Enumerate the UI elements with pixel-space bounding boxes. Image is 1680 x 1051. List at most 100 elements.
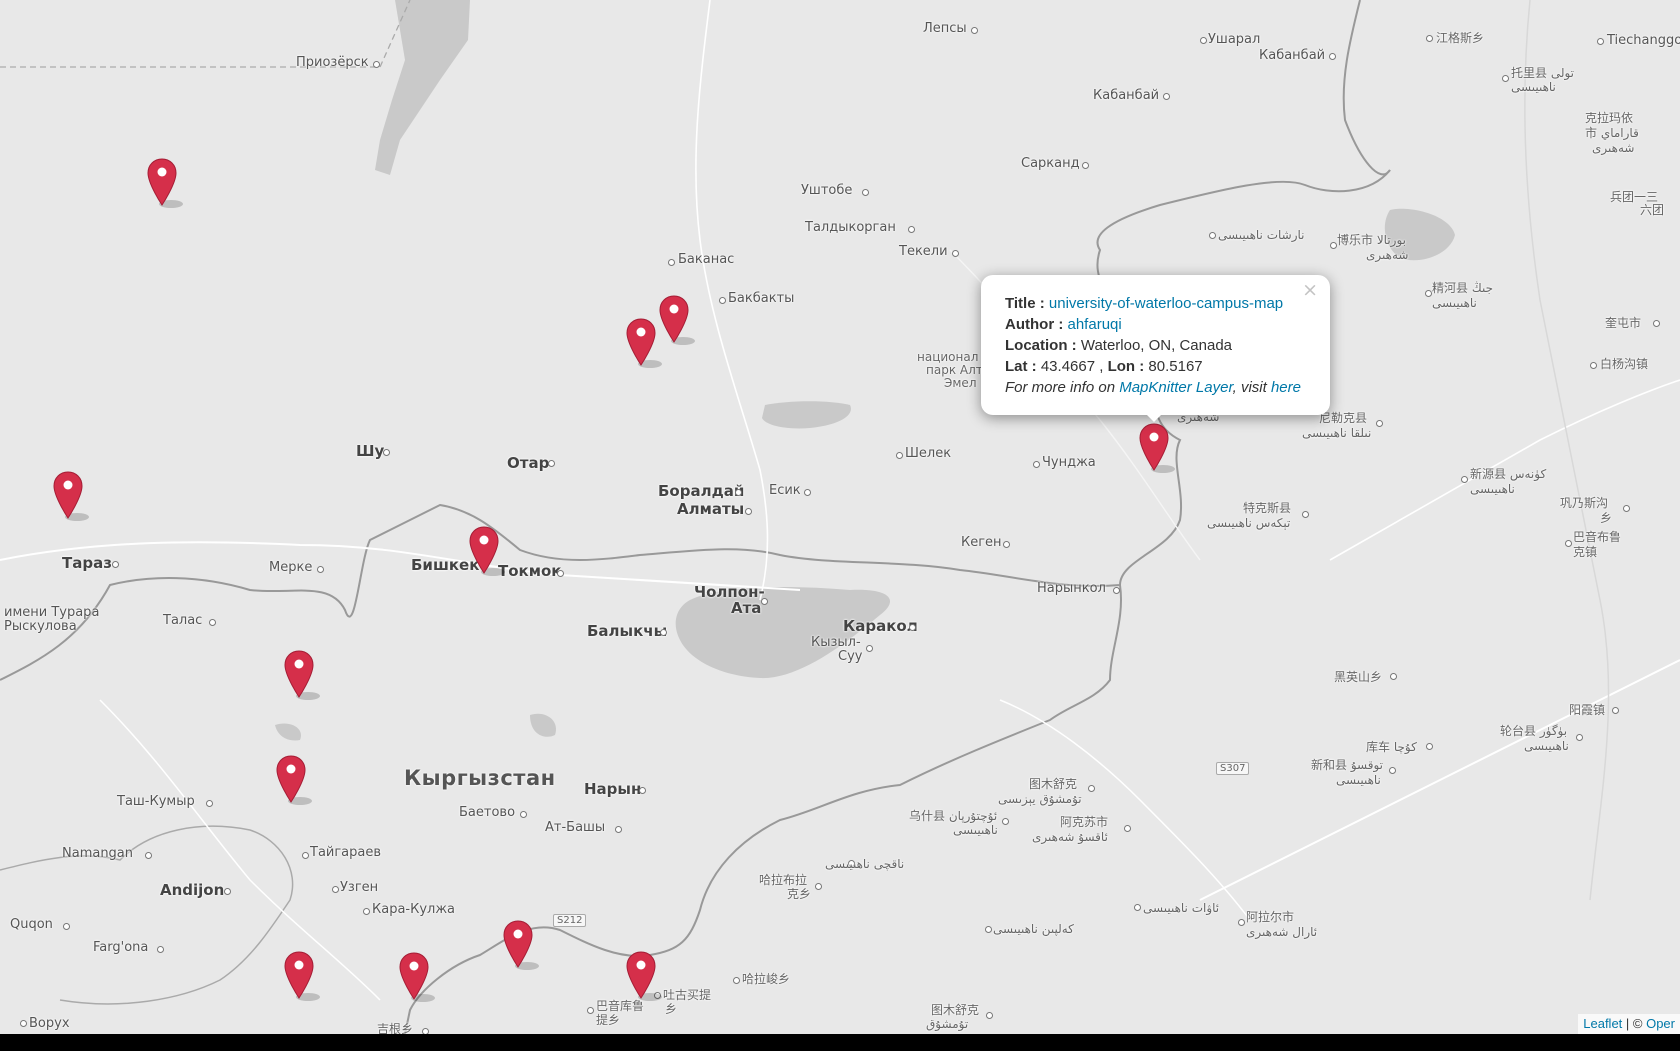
label-kabanbay1: Кабанбай: [1259, 48, 1326, 63]
label-tuolixian: 托里县 تولى: [1511, 66, 1575, 80]
label-tuolixian2: ناھىيىسى: [1511, 80, 1556, 94]
label-kelpin: كەلپىن ناھىيىسى: [993, 922, 1074, 936]
city-dot: [1124, 825, 1131, 832]
label-bayinbuluke2: 克镇: [1573, 545, 1598, 559]
label-habubu: 哈拉布拉: [759, 873, 808, 887]
label-tumushuke4: تۇمشۇق: [926, 1017, 969, 1031]
leaflet-link[interactable]: Leaflet: [1583, 1016, 1622, 1031]
label-priozersk: Приозёрск: [296, 55, 369, 70]
label-vorukh: Ворух: [29, 1016, 70, 1031]
label-shu: Шу: [356, 442, 385, 460]
label-fargona: Farg'ona: [93, 940, 149, 955]
label-kuitun: 奎屯市: [1605, 316, 1642, 330]
label-esik: Есик: [769, 483, 801, 498]
city-dot: [896, 452, 903, 459]
label-xinyuan: 新源县 كۈنەس: [1470, 467, 1547, 481]
city-dot: [1113, 587, 1120, 594]
city-dot: [985, 926, 992, 933]
city-dot: [1330, 242, 1337, 249]
label-xinhe2: ناھىيىسى: [1336, 773, 1381, 787]
map-marker-pin[interactable]: [53, 471, 89, 521]
city-dot: [587, 1007, 594, 1014]
city-dot: [1425, 290, 1432, 297]
map-marker-pin[interactable]: [276, 755, 312, 805]
map-container[interactable]: Приозёрск Лепсы Ушарал Кабанбай Кабанбай…: [0, 0, 1680, 1034]
label-wushi2: ناھىيىسى: [953, 823, 998, 837]
city-dot: [952, 250, 959, 257]
lake-balkhash: [375, 0, 470, 175]
popup-author-label: Author :: [1005, 316, 1064, 333]
city-dot: [1389, 767, 1396, 774]
map-marker-pin[interactable]: [1139, 423, 1175, 473]
popup-author-link[interactable]: ahfaruqi: [1068, 316, 1122, 333]
label-shelek: Шелек: [905, 446, 952, 461]
city-dot: [862, 189, 869, 196]
label-jiliyu: 吉根乡: [377, 1022, 414, 1034]
city-dot: [145, 852, 152, 859]
popup-lat-value: 43.4667: [1040, 358, 1096, 375]
label-kelamayi3: شەھىرى: [1592, 141, 1635, 155]
label-tashkumyr: Таш-Кумыр: [117, 794, 195, 809]
label-turar2: Рыскулова: [4, 619, 77, 634]
map-marker-pin[interactable]: [399, 952, 435, 1002]
city-dot: [332, 886, 339, 893]
map-marker-pin[interactable]: [659, 295, 695, 345]
city-dot: [1302, 511, 1309, 518]
label-jinghe2: ناھىيىسى: [1432, 296, 1477, 310]
label-bole: 博乐市 بورتالا: [1337, 233, 1407, 247]
city-dot: [804, 489, 811, 496]
openstreetmap-link[interactable]: Oper: [1646, 1016, 1675, 1031]
road-shield-s307: S307: [1216, 762, 1250, 775]
label-taigaraev: Тайгараев: [310, 845, 382, 860]
city-dot: [866, 645, 873, 652]
popup-title-row: Title : university-of-waterloo-campus-ma…: [1005, 293, 1301, 314]
label-taldykorgan: Талдыкорган: [805, 220, 896, 235]
city-dot: [815, 883, 822, 890]
popup-here-link[interactable]: here: [1271, 379, 1301, 396]
city-dot: [63, 923, 70, 930]
label-tekes2: تېكەس ناھىيىسى: [1207, 516, 1291, 530]
label-namangan: Namangan: [62, 846, 134, 861]
map-marker-pin[interactable]: [626, 318, 662, 368]
label-tumushuke3: 图木舒克: [931, 1003, 980, 1017]
city-dot: [735, 489, 742, 496]
city-dot: [1426, 743, 1433, 750]
label-tumushuke2: تۇمشۇق يېزىسى: [998, 792, 1082, 806]
city-dot: [668, 259, 675, 266]
city-dot: [363, 908, 370, 915]
label-bingtuan: 兵团一三: [1610, 190, 1659, 204]
map-marker-pin[interactable]: [503, 920, 539, 970]
popup-title-link[interactable]: university-of-waterloo-campus-map: [1049, 295, 1283, 312]
city-dot: [639, 787, 646, 794]
popup-lon-label: Lon :: [1107, 358, 1145, 375]
label-tugumai2: 乡: [665, 1002, 678, 1016]
map-marker-pin[interactable]: [626, 951, 662, 1001]
city-dot: [660, 629, 667, 636]
city-dot: [112, 561, 119, 568]
city-dot: [733, 977, 740, 984]
city-dot: [1329, 53, 1336, 60]
map-marker-pin[interactable]: [469, 526, 505, 576]
label-bakanas: Баканас: [678, 252, 735, 267]
popup-lon-value: 80.5167: [1148, 358, 1203, 375]
city-dot: [1612, 707, 1619, 714]
popup-close-button[interactable]: ×: [1302, 279, 1318, 301]
map-marker-pin[interactable]: [284, 650, 320, 700]
label-gongnaisi: 巩乃斯沟: [1560, 496, 1609, 510]
label-naqichi: ناقچى ناھىيىسى: [825, 857, 905, 871]
label-quqon: Quqon: [10, 917, 53, 932]
label-alaer2: ئارال شەھىرى: [1246, 925, 1318, 939]
city-dot: [383, 449, 390, 456]
label-luntai2: ناھىيىسى: [1524, 739, 1569, 753]
label-park2: парк Алт: [926, 363, 983, 377]
popup-mapknitter-link[interactable]: MapKnitter Layer: [1119, 379, 1232, 396]
label-uzgen: Узген: [340, 880, 379, 895]
label-wushi: 乌什县 ئۇچتۇرپان: [909, 809, 998, 823]
city-dot: [1238, 919, 1245, 926]
label-xinyuan2: ناھىيىسى: [1470, 482, 1515, 496]
label-alaer: 阿拉尔市: [1246, 910, 1295, 924]
map-marker-pin[interactable]: [284, 951, 320, 1001]
popup-location-label: Location :: [1005, 337, 1077, 354]
map-marker-pin[interactable]: [147, 158, 183, 208]
label-kabanbay2: Кабанбай: [1093, 88, 1160, 103]
